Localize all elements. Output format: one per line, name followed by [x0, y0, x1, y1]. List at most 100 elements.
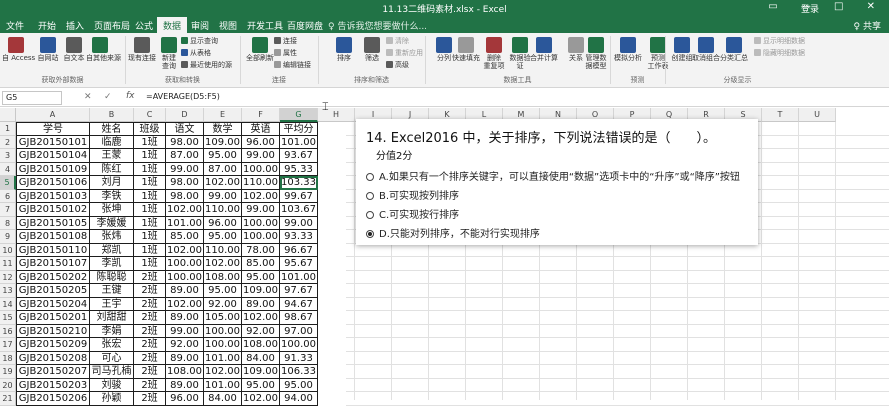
table-cell[interactable]: 2班	[134, 324, 166, 338]
row-header[interactable]: 20	[0, 378, 16, 392]
table-cell[interactable]: 102.00	[204, 176, 242, 190]
table-cell[interactable]: 89.00	[166, 351, 204, 365]
table-cell[interactable]: 李媛媛	[90, 216, 134, 230]
table-cell[interactable]: 101.00	[204, 378, 242, 392]
table-cell[interactable]: 94.00	[280, 392, 318, 406]
table-cell[interactable]: 孙颖	[90, 392, 134, 406]
table-cell[interactable]: 105.00	[204, 311, 242, 325]
table-cell[interactable]: 85.00	[242, 257, 280, 271]
table-cell[interactable]: 2班	[134, 365, 166, 379]
table-header-cell[interactable]: 语文	[166, 122, 204, 136]
table-cell[interactable]: 89.00	[166, 284, 204, 298]
hide-detail-button[interactable]: 隐藏明细数据	[754, 48, 805, 58]
table-cell[interactable]: 刘甜甜	[90, 311, 134, 325]
recent-sources-button[interactable]: 最近使用的源	[181, 60, 232, 70]
radio-icon[interactable]	[366, 173, 374, 181]
row-header[interactable]: 1	[0, 122, 16, 136]
ribbon-tab[interactable]: 开发工具	[247, 19, 283, 32]
column-header[interactable]: B	[90, 108, 134, 122]
table-cell[interactable]: 95.00	[242, 270, 280, 284]
table-cell[interactable]: 96.00	[204, 216, 242, 230]
table-cell[interactable]: 99.00	[242, 149, 280, 163]
table-header-cell[interactable]: 数学	[204, 122, 242, 136]
table-cell[interactable]: 98.00	[166, 135, 204, 149]
row-header[interactable]: 21	[0, 392, 16, 406]
ribbon-tab[interactable]: 公式	[135, 19, 153, 32]
table-cell[interactable]: 84.00	[204, 392, 242, 406]
empty-column[interactable]	[318, 122, 355, 400]
column-header[interactable]: A	[16, 108, 90, 122]
row-header[interactable]: 7	[0, 203, 16, 217]
radio-icon[interactable]	[366, 211, 374, 219]
table-cell[interactable]: 96.00	[242, 135, 280, 149]
table-cell[interactable]: 101.00	[166, 216, 204, 230]
formula-input[interactable]: =AVERAGE(D5:F5)	[146, 92, 220, 101]
table-cell[interactable]: GJB20150103	[16, 189, 90, 203]
table-cell[interactable]: 110.00	[242, 176, 280, 190]
row-header[interactable]: 11	[0, 257, 16, 271]
table-cell[interactable]: 1班	[134, 243, 166, 257]
row-header[interactable]: 12	[0, 270, 16, 284]
row-header[interactable]: 9	[0, 230, 16, 244]
table-cell[interactable]: 99.00	[204, 189, 242, 203]
table-cell[interactable]: GJB20150105	[16, 216, 90, 230]
other-source-button[interactable]: 自其他来源	[86, 37, 121, 62]
table-cell[interactable]: 101.00	[204, 351, 242, 365]
table-cell[interactable]: 李娟	[90, 324, 134, 338]
table-cell[interactable]: GJB20150107	[16, 257, 90, 271]
table-cell[interactable]: 95.33	[280, 162, 318, 176]
table-cell[interactable]: 89.00	[242, 297, 280, 311]
table-cell[interactable]: 92.00	[204, 297, 242, 311]
table-cell[interactable]: 张宏	[90, 338, 134, 352]
ribbon-tab[interactable]: 插入	[66, 19, 84, 32]
table-cell[interactable]: 103.67	[280, 203, 318, 217]
table-cell[interactable]: 89.00	[166, 311, 204, 325]
table-cell[interactable]: 99.67	[280, 189, 318, 203]
quiz-option-a[interactable]: A.如果只有一个排序关键字，可以直接使用“数据”选项卡中的“升序”或“降序”按钮	[366, 168, 740, 183]
table-cell[interactable]: 100.00	[204, 338, 242, 352]
table-cell[interactable]: GJB20150109	[16, 162, 90, 176]
quiz-option-d[interactable]: D.只能对列排序，不能对行实现排序	[366, 225, 540, 240]
row-header[interactable]: 16	[0, 324, 16, 338]
table-cell[interactable]: 2班	[134, 270, 166, 284]
table-header-cell[interactable]: 平均分	[280, 122, 318, 136]
table-cell[interactable]: 110.00	[204, 243, 242, 257]
table-cell[interactable]: 102.00	[166, 203, 204, 217]
enter-icon[interactable]: ✓	[104, 92, 112, 102]
empty-column[interactable]	[799, 122, 836, 400]
table-cell[interactable]: 92.00	[242, 324, 280, 338]
table-cell[interactable]: 102.00	[242, 189, 280, 203]
tell-me-search[interactable]: ♀ 告诉我您想要做什么...	[328, 19, 427, 32]
table-cell[interactable]: 2班	[134, 311, 166, 325]
table-cell[interactable]: 2班	[134, 338, 166, 352]
reapply-button[interactable]: 重新应用	[386, 48, 423, 58]
column-header[interactable]: F	[242, 108, 280, 122]
table-cell[interactable]: 100.00	[166, 270, 204, 284]
table-cell[interactable]: 97.67	[280, 284, 318, 298]
new-query-button[interactable]: 新建 查询	[155, 37, 183, 70]
data-model-button[interactable]: 管理数 据模型	[582, 37, 610, 70]
ribbon-tab[interactable]: 百度网盘	[287, 19, 323, 32]
connection-button[interactable]: 现有连接	[128, 37, 156, 62]
ribbon-tab[interactable]: 视图	[219, 19, 237, 32]
show-query-button[interactable]: 显示查询	[181, 36, 218, 46]
table-cell[interactable]: 李凯	[90, 257, 134, 271]
table-cell[interactable]: GJB20150204	[16, 297, 90, 311]
table-cell[interactable]: GJB20150209	[16, 338, 90, 352]
table-cell[interactable]: 2班	[134, 378, 166, 392]
edit-links-button[interactable]: 编辑链接	[274, 60, 311, 70]
table-cell[interactable]: 100.00	[242, 230, 280, 244]
row-header[interactable]: 19	[0, 365, 16, 379]
table-cell[interactable]: GJB20150206	[16, 392, 90, 406]
column-header[interactable]: C	[134, 108, 166, 122]
table-cell[interactable]: 109.00	[242, 365, 280, 379]
column-header[interactable]: U	[799, 108, 836, 122]
table-cell[interactable]: 99.00	[166, 162, 204, 176]
table-cell[interactable]: 109.00	[242, 284, 280, 298]
quiz-option-c[interactable]: C.可实现按行排序	[366, 206, 459, 221]
table-cell[interactable]: 100.00	[242, 162, 280, 176]
row-header[interactable]: 2	[0, 135, 16, 149]
table-cell[interactable]: GJB20150201	[16, 311, 90, 325]
sort-button[interactable]: 排序	[330, 37, 358, 62]
table-header-cell[interactable]: 班级	[134, 122, 166, 136]
